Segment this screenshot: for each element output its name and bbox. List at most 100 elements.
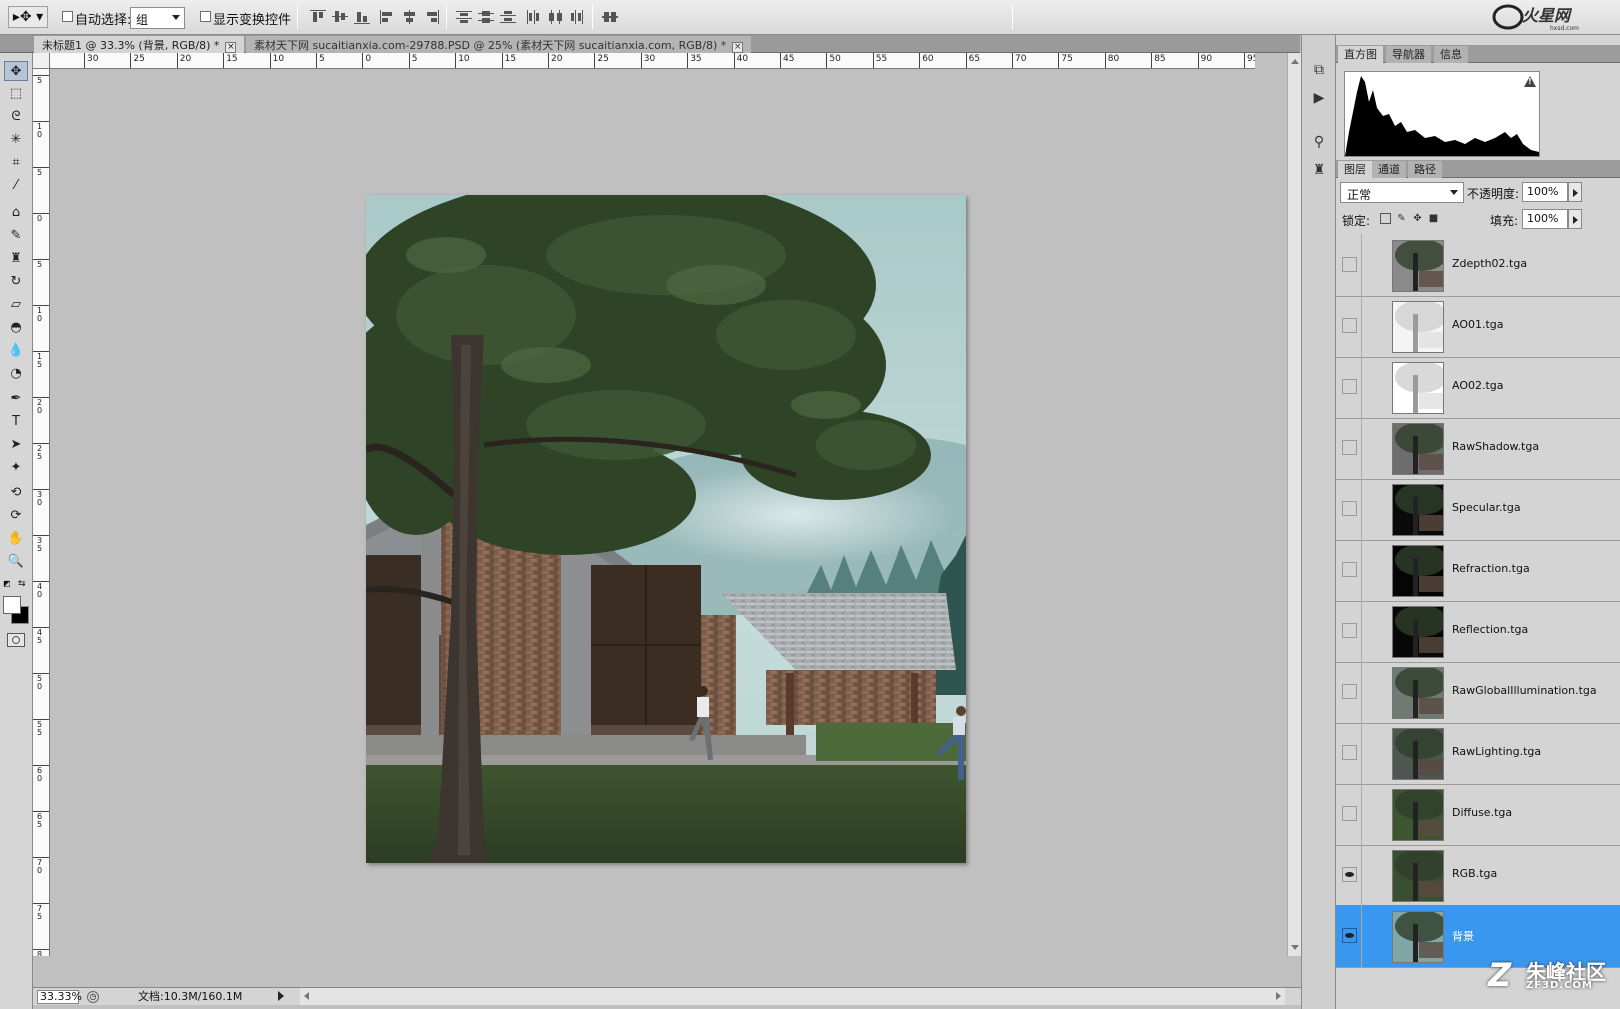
status-menu-arrow-icon[interactable] (278, 991, 284, 1001)
lock-all-icon[interactable]: ■ (1428, 213, 1439, 224)
tab-info[interactable]: 信息 (1434, 46, 1468, 63)
layer-thumbnail[interactable] (1392, 362, 1444, 414)
layer-row[interactable]: RawShadow.tga (1336, 417, 1620, 480)
paint-bucket-tool-icon[interactable]: ◓ (4, 318, 28, 338)
layer-row[interactable]: RawLighting.tga (1336, 722, 1620, 785)
dodge-tool-icon[interactable]: ◔ (4, 364, 28, 384)
lasso-tool-icon[interactable]: ᘓ (4, 107, 28, 127)
healing-brush-tool-icon[interactable]: ⌂ (4, 203, 28, 223)
marquee-tool-icon[interactable]: ⬚ (4, 84, 28, 104)
align-vcenter-icon[interactable] (332, 10, 348, 24)
align-right-icon[interactable] (424, 10, 440, 24)
layer-thumbnail[interactable] (1392, 667, 1444, 719)
custom-shape-tool-icon[interactable]: ✦ (4, 458, 28, 478)
tab-navigator[interactable]: 导航器 (1386, 46, 1431, 63)
swap-colors-icon[interactable]: ⇆ (18, 579, 28, 589)
lock-transparency-icon[interactable] (1380, 213, 1391, 224)
distribute-hcenter-icon[interactable] (548, 10, 564, 24)
distribute-right-icon[interactable] (570, 10, 586, 24)
layer-thumbnail[interactable] (1392, 240, 1444, 292)
layer-row[interactable]: Zdepth02.tga (1336, 234, 1620, 297)
quick-mask-icon[interactable] (7, 633, 25, 647)
type-tool-icon[interactable]: T (4, 412, 28, 432)
zoom-field[interactable]: 33.33% (37, 990, 82, 1004)
path-selection-tool-icon[interactable]: ➤ (4, 435, 28, 455)
layer-visibility-toggle[interactable] (1342, 928, 1357, 943)
layer-thumbnail[interactable] (1392, 789, 1444, 841)
layer-visibility-toggle[interactable] (1342, 257, 1357, 272)
layer-visibility-toggle[interactable] (1342, 745, 1357, 760)
tab-document-2[interactable]: 素材天下网 sucaitianxia.com-29788.PSD @ 25% (… (246, 36, 752, 53)
distribute-left-icon[interactable] (526, 10, 542, 24)
tab-histogram[interactable]: 直方图 (1338, 46, 1383, 63)
layer-row[interactable]: RawGlobalIllumination.tga (1336, 661, 1620, 724)
align-bottom-icon[interactable] (354, 10, 370, 24)
clone-source-panel-icon[interactable]: ♜ (1308, 159, 1330, 181)
distribute-vcenter-icon[interactable] (478, 10, 494, 24)
auto-select-checkbox[interactable] (62, 11, 73, 22)
3d-orbit-tool-icon[interactable]: ⟳ (4, 506, 28, 526)
tab-channels[interactable]: 通道 (1372, 161, 1406, 178)
auto-align-layers-icon[interactable] (602, 10, 618, 24)
distribute-top-icon[interactable] (456, 10, 472, 24)
history-brush-tool-icon[interactable]: ↻ (4, 272, 28, 292)
brushes-panel-icon[interactable]: ⚲ (1308, 131, 1330, 153)
ruler-origin[interactable] (33, 53, 50, 69)
zoom-tool-icon[interactable]: 🔍 (4, 552, 28, 572)
lock-pixels-icon[interactable]: ✎ (1396, 213, 1407, 224)
layer-visibility-toggle[interactable] (1342, 501, 1357, 516)
move-tool-icon[interactable]: ✥ (4, 61, 28, 81)
magic-wand-tool-icon[interactable]: ✳ (4, 130, 28, 150)
layer-row[interactable]: AO02.tga (1336, 356, 1620, 419)
align-left-icon[interactable] (380, 10, 396, 24)
default-colors-icon[interactable]: ◩ (3, 579, 13, 589)
layer-row[interactable]: Refraction.tga (1336, 539, 1620, 602)
auto-select-dropdown[interactable]: 组 (130, 7, 185, 29)
foreground-color-swatch[interactable] (3, 596, 21, 614)
layer-thumbnail[interactable] (1392, 423, 1444, 475)
eyedropper-tool-icon[interactable]: ⁄ (4, 176, 28, 196)
move-tool-preset-picker[interactable]: ▸✥ ▾ (8, 6, 48, 28)
pen-tool-icon[interactable]: ✒ (4, 389, 28, 409)
layer-visibility-toggle[interactable] (1342, 379, 1357, 394)
layer-visibility-toggle[interactable] (1342, 440, 1357, 455)
layer-row[interactable]: Reflection.tga (1336, 600, 1620, 663)
align-top-icon[interactable] (310, 10, 326, 24)
layer-visibility-toggle[interactable] (1342, 623, 1357, 638)
fill-slider-toggle[interactable] (1568, 209, 1582, 229)
tab-document-1[interactable]: 未标题1 @ 33.3% (背景, RGB/8) * × (34, 36, 245, 53)
layer-row[interactable]: Specular.tga (1336, 478, 1620, 541)
layer-visibility-toggle[interactable] (1342, 684, 1357, 699)
close-icon[interactable]: × (732, 42, 744, 53)
clone-stamp-tool-icon[interactable]: ♜ (4, 249, 28, 269)
layer-thumbnail[interactable] (1392, 911, 1444, 963)
tab-layers[interactable]: 图层 (1338, 161, 1372, 178)
layer-thumbnail[interactable] (1392, 728, 1444, 780)
layer-thumbnail[interactable] (1392, 606, 1444, 658)
distribute-bottom-icon[interactable] (500, 10, 516, 24)
cache-warning-icon[interactable] (1524, 76, 1536, 87)
lock-position-icon[interactable]: ✥ (1412, 213, 1423, 224)
opacity-slider-toggle[interactable] (1568, 182, 1582, 202)
layer-row[interactable]: RGB.tga (1336, 844, 1620, 907)
layer-visibility-toggle[interactable] (1342, 806, 1357, 821)
tab-paths[interactable]: 路径 (1408, 161, 1442, 178)
layer-visibility-toggle[interactable] (1342, 318, 1357, 333)
layer-thumbnail[interactable] (1392, 545, 1444, 597)
document-image[interactable] (366, 195, 966, 863)
layer-thumbnail[interactable] (1392, 301, 1444, 353)
actions-panel-icon[interactable]: ▶ (1308, 87, 1330, 109)
status-info-icon[interactable]: ◷ (87, 991, 99, 1003)
eraser-tool-icon[interactable]: ▱ (4, 295, 28, 315)
scroll-left-icon[interactable] (304, 992, 309, 1000)
crop-tool-icon[interactable]: ⌗ (4, 153, 28, 173)
scroll-right-icon[interactable] (1276, 992, 1281, 1000)
layer-row[interactable]: Diffuse.tga (1336, 783, 1620, 846)
close-icon[interactable]: × (225, 42, 237, 53)
hand-tool-icon[interactable]: ✋ (4, 529, 28, 549)
blur-tool-icon[interactable]: 💧 (4, 341, 28, 361)
layer-visibility-toggle[interactable] (1342, 562, 1357, 577)
show-transform-checkbox[interactable] (200, 11, 211, 22)
brush-tool-icon[interactable]: ✎ (4, 226, 28, 246)
layer-visibility-toggle[interactable] (1342, 867, 1357, 882)
